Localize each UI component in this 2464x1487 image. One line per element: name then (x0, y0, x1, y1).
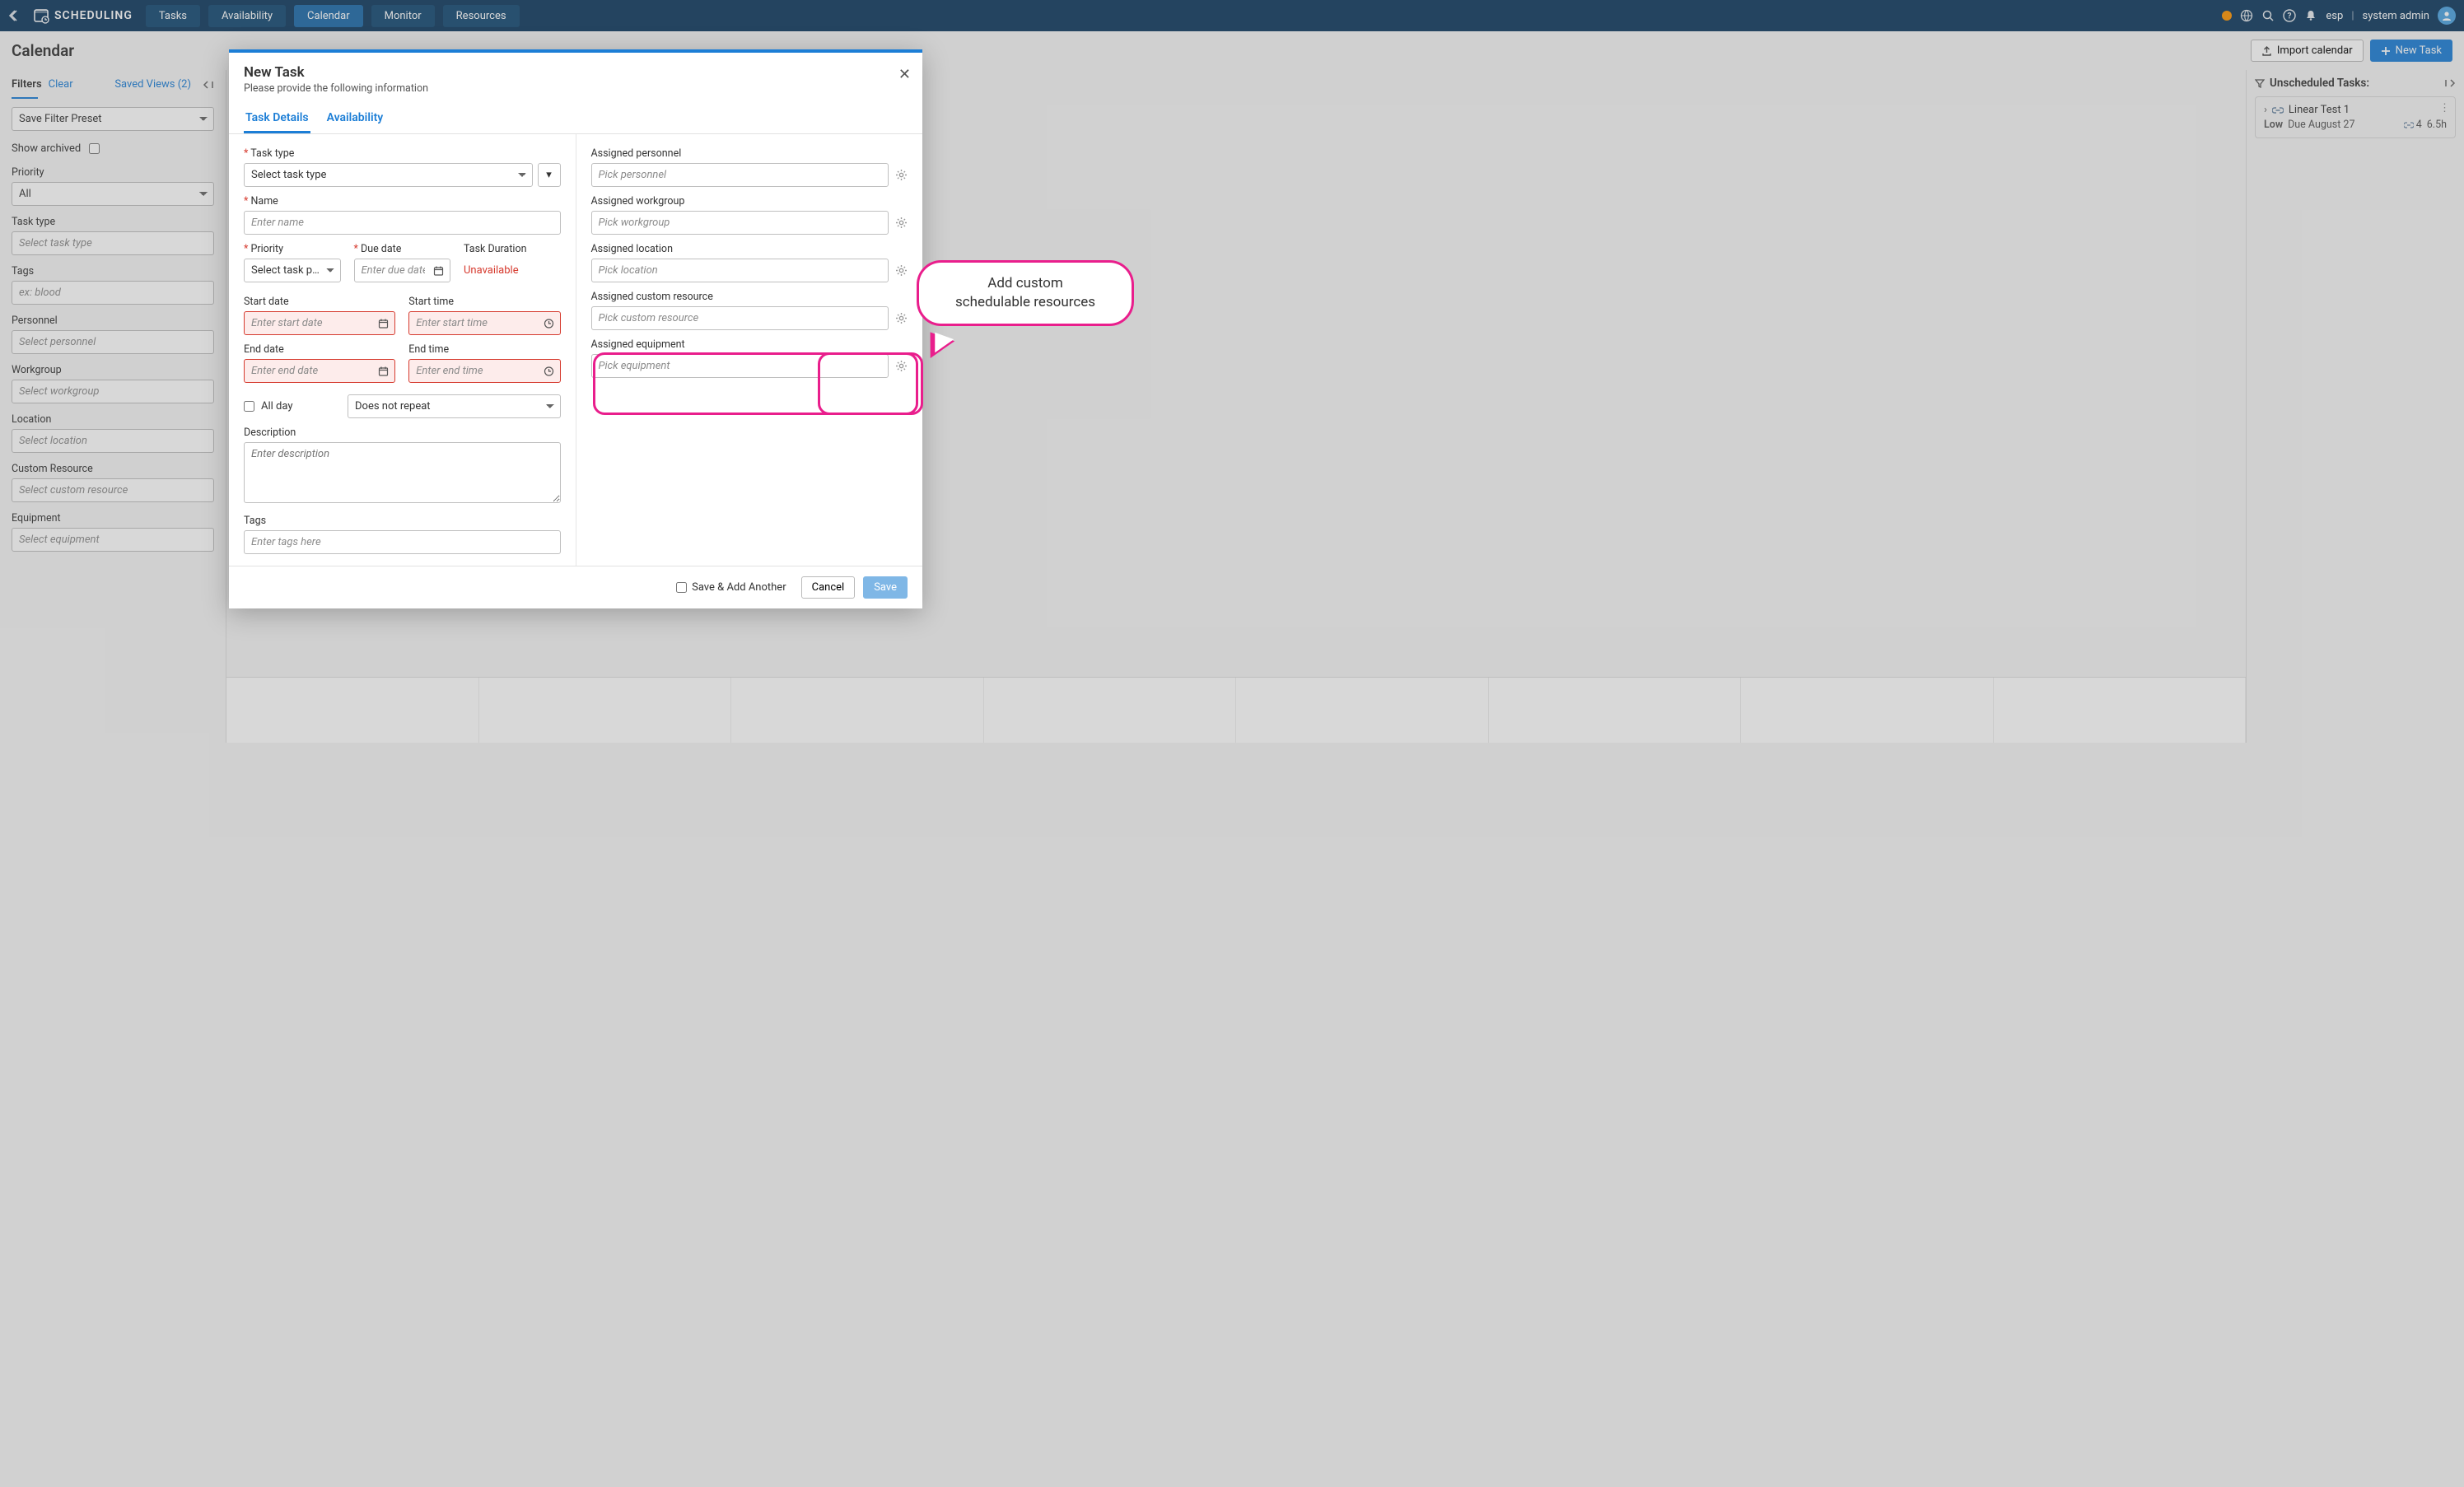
gear-icon[interactable] (895, 217, 908, 229)
m-enddate-input[interactable] (244, 359, 395, 383)
m-due-label: Due date (354, 243, 451, 255)
m-personnel-label: Assigned personnel (591, 147, 908, 160)
m-location-input[interactable] (591, 259, 889, 282)
m-equipment-label: Assigned equipment (591, 338, 908, 351)
modal-title: New Task (244, 64, 908, 81)
m-duration-label: Task Duration (464, 243, 561, 255)
m-custom-label: Assigned custom resource (591, 291, 908, 303)
m-tags-label: Tags (244, 515, 561, 527)
m-workgroup-input[interactable] (591, 211, 889, 235)
annotation-callout: Add custom schedulable resources (917, 260, 1134, 326)
m-tags-input[interactable] (244, 530, 561, 554)
m-repeat-select[interactable]: Does not repeat (348, 394, 561, 418)
modal-subtitle: Please provide the following information (244, 82, 908, 95)
m-priority-label: Priority (244, 243, 341, 255)
save-add-another-checkbox[interactable] (676, 582, 687, 593)
m-tasktype-extra-dropdown[interactable]: ▾ (538, 163, 561, 187)
m-tasktype-select[interactable]: Select task type (244, 163, 533, 187)
m-workgroup-label: Assigned workgroup (591, 195, 908, 207)
m-starttime-label: Start time (408, 296, 560, 308)
m-endtime-input[interactable] (408, 359, 560, 383)
new-task-modal: ✕ New Task Please provide the following … (229, 49, 922, 608)
m-enddate-label: End date (244, 343, 395, 356)
m-personnel-input[interactable] (591, 163, 889, 187)
modal-close-icon[interactable]: ✕ (898, 66, 911, 83)
m-priority-select[interactable]: Select task p… (244, 259, 341, 282)
m-endtime-label: End time (408, 343, 560, 356)
m-startdate-label: Start date (244, 296, 395, 308)
cancel-button[interactable]: Cancel (801, 576, 856, 599)
gear-icon[interactable] (895, 169, 908, 181)
callout-line: Add custom (940, 274, 1110, 293)
m-name-label: Name (244, 195, 561, 207)
m-custom-input[interactable] (591, 306, 889, 330)
modal-tab-availability[interactable]: Availability (325, 106, 385, 133)
m-equipment-input[interactable] (591, 354, 889, 378)
m-tasktype-label: Task type (244, 147, 561, 160)
m-location-label: Assigned location (591, 243, 908, 255)
m-desc-label: Description (244, 427, 561, 439)
callout-line: schedulable resources (940, 293, 1110, 312)
m-due-input[interactable] (354, 259, 451, 282)
m-allday-checkbox[interactable] (244, 401, 254, 412)
modal-tab-details[interactable]: Task Details (244, 106, 310, 133)
m-name-input[interactable] (244, 211, 561, 235)
gear-icon[interactable] (895, 264, 908, 277)
save-button[interactable]: Save (863, 576, 908, 599)
m-startdate-input[interactable] (244, 311, 395, 335)
m-duration-value: Unavailable (464, 259, 561, 277)
gear-icon[interactable] (895, 312, 908, 324)
m-desc-textarea[interactable] (244, 442, 561, 503)
m-starttime-input[interactable] (408, 311, 560, 335)
save-add-another-label: Save & Add Another (692, 581, 786, 594)
m-allday-label: All day (261, 400, 293, 413)
gear-icon[interactable] (895, 360, 908, 372)
